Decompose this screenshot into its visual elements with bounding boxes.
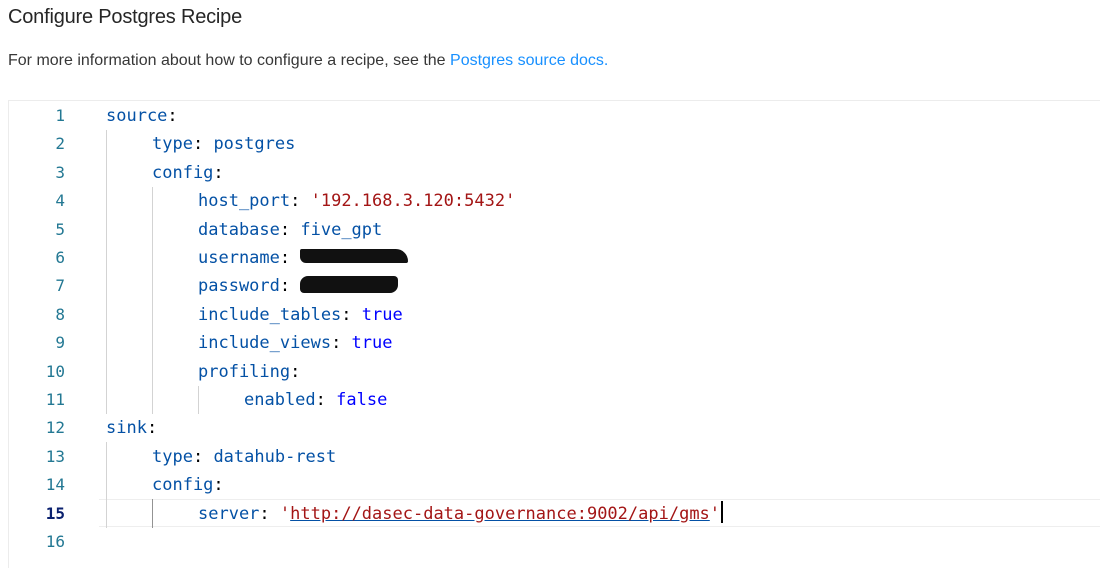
indent-guide-active xyxy=(152,499,153,528)
yaml-key: source xyxy=(106,106,168,126)
yaml-bool-value: true xyxy=(361,304,403,325)
line-number: 12 xyxy=(45,418,65,438)
line-number: 9 xyxy=(55,333,65,353)
code-line-14: config: xyxy=(152,475,224,496)
code-line-3: config: xyxy=(152,162,224,183)
line-number: 16 xyxy=(45,532,65,551)
line-number: 10 xyxy=(45,361,65,381)
code-line-10: profiling: xyxy=(198,361,301,382)
code-line-1: source: xyxy=(106,106,178,126)
server-url-link[interactable]: http://dasec-data-governance:9002/api/gm… xyxy=(290,504,710,524)
code-line-9: include_views: true xyxy=(198,333,393,354)
line-number: 7 xyxy=(55,276,65,296)
code-line-4: host_port: '192.168.3.120:5432' xyxy=(198,191,516,212)
indent-guide xyxy=(152,187,153,414)
postgres-docs-link[interactable]: Postgres source docs. xyxy=(450,52,608,69)
recipe-description: For more information about how to config… xyxy=(8,52,608,70)
yaml-key: include_tables xyxy=(198,304,342,325)
page-title: Configure Postgres Recipe xyxy=(8,6,243,28)
code-line-5: database: five_gpt xyxy=(198,219,383,240)
yaml-bool-value: false xyxy=(336,390,388,410)
line-number: 2 xyxy=(55,134,65,154)
line-number: 1 xyxy=(55,106,65,125)
indent-guide xyxy=(198,386,199,414)
indent-guide xyxy=(106,442,107,528)
yaml-key: host_port xyxy=(198,191,291,212)
description-text: For more information about how to config… xyxy=(8,52,451,69)
yaml-key: type xyxy=(152,446,193,467)
code-line-15: server: 'http://dasec-data-governance:90… xyxy=(198,500,724,528)
line-number: 13 xyxy=(45,446,65,466)
yaml-key: type xyxy=(152,134,193,155)
yaml-key: username xyxy=(198,248,280,268)
indent-guide xyxy=(106,130,107,414)
line-number: 3 xyxy=(55,162,65,182)
code-line-13: type: datahub-rest xyxy=(152,446,337,467)
code-line-2: type: postgres xyxy=(152,134,296,155)
line-number-active: 15 xyxy=(45,503,65,523)
yaml-key: password xyxy=(198,276,280,297)
code-line-8: include_tables: true xyxy=(198,304,403,325)
yaml-key: profiling xyxy=(198,361,291,382)
line-number: 4 xyxy=(55,191,65,211)
yaml-code-editor[interactable]: 1 2 3 4 5 6 7 8 9 10 11 12 13 14 15 16 s… xyxy=(8,100,1100,568)
yaml-key: database xyxy=(198,219,280,240)
yaml-value: five_gpt xyxy=(300,219,383,240)
code-line-12: sink: xyxy=(106,418,158,439)
yaml-bool-value: true xyxy=(351,333,393,354)
yaml-key: include_views xyxy=(198,333,332,354)
yaml-value: datahub-rest xyxy=(213,446,337,467)
line-number: 6 xyxy=(55,248,65,267)
yaml-key: config xyxy=(152,475,214,496)
yaml-key: sink xyxy=(106,418,147,439)
line-number: 5 xyxy=(55,219,65,239)
line-number: 8 xyxy=(55,304,65,324)
code-line-11: enabled: false xyxy=(244,390,388,410)
yaml-string-quote: ' xyxy=(709,503,721,524)
line-number: 14 xyxy=(45,475,65,495)
yaml-key: config xyxy=(152,162,214,183)
yaml-string-value: '192.168.3.120:5432' xyxy=(310,191,516,212)
line-number-gutter: 1 2 3 4 5 6 7 8 9 10 11 12 13 14 15 16 xyxy=(9,101,87,568)
line-number: 11 xyxy=(45,390,65,409)
redaction-scribble xyxy=(300,275,399,293)
code-line-7: password: xyxy=(198,272,399,300)
text-cursor xyxy=(721,500,724,523)
yaml-value: postgres xyxy=(213,134,296,155)
yaml-key: server xyxy=(198,503,260,524)
yaml-key: enabled xyxy=(244,390,316,410)
code-line-6: username: xyxy=(198,244,409,272)
redaction-scribble xyxy=(300,249,409,263)
yaml-string-quote: ' xyxy=(279,503,291,524)
